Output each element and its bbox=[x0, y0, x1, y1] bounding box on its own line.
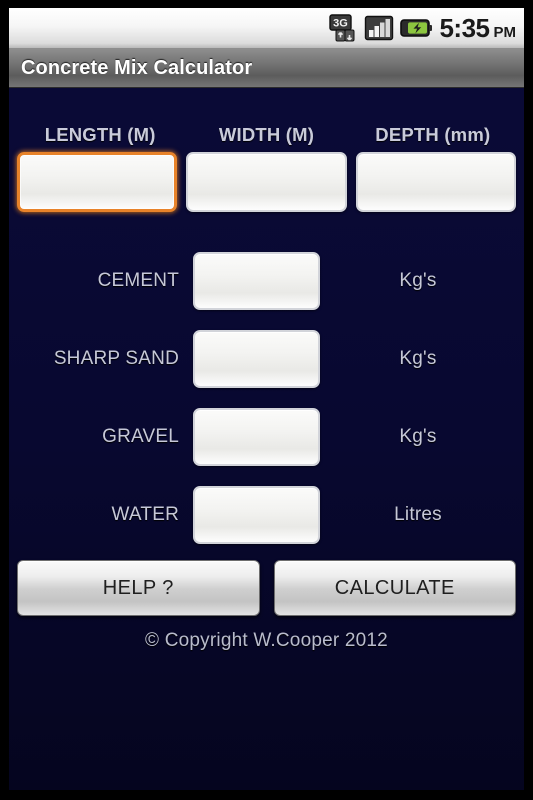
length-input[interactable] bbox=[17, 152, 178, 212]
result-row-sharp-sand: SHARP SAND Kg's bbox=[17, 326, 516, 392]
label-width: WIDTH (M) bbox=[218, 124, 315, 145]
label-depth: DEPTH (mm) bbox=[375, 124, 491, 145]
signal-bars-icon bbox=[365, 15, 394, 41]
copyright-text: © Copyright W.Cooper 2012 bbox=[145, 630, 388, 651]
result-input-sharp-sand[interactable] bbox=[193, 330, 320, 388]
calculate-button[interactable]: CALCULATE bbox=[273, 560, 516, 616]
page-title: Concrete Mix Calculator bbox=[21, 56, 253, 79]
result-input-cement[interactable] bbox=[193, 252, 320, 310]
3g-data-icon: 3G bbox=[329, 14, 355, 42]
button-row: HELP ? CALCULATE bbox=[17, 560, 516, 616]
results-section: CEMENT Kg's SHARP SAND Kg's GRAVEL Kg's … bbox=[17, 248, 516, 548]
result-input-gravel[interactable] bbox=[193, 408, 320, 466]
depth-input[interactable] bbox=[355, 152, 516, 212]
width-field-wrap bbox=[186, 152, 347, 212]
status-bar-icons: 3G bbox=[329, 14, 433, 42]
width-input[interactable] bbox=[186, 152, 347, 212]
depth-field-wrap bbox=[355, 152, 516, 212]
battery-charging-icon bbox=[400, 19, 433, 37]
result-label-gravel: GRAVEL bbox=[102, 426, 179, 447]
result-label-cement: CEMENT bbox=[97, 270, 179, 291]
clock-time: 5:35 bbox=[439, 13, 490, 43]
device-frame: 3G 5:35 PM Concrete Mix Calculator LENGT… bbox=[0, 0, 533, 800]
result-unit-gravel: Kg's bbox=[399, 426, 437, 447]
phone-screen: 3G 5:35 PM Concrete Mix Calculator LENGT… bbox=[9, 8, 524, 790]
dimension-inputs-row bbox=[17, 152, 516, 212]
result-label-water: WATER bbox=[111, 504, 179, 525]
clock-meridiem: PM bbox=[493, 24, 517, 41]
main-content: LENGTH (M) WIDTH (M) DEPTH (mm) CEMENT K… bbox=[9, 124, 524, 652]
result-input-water[interactable] bbox=[193, 486, 320, 544]
svg-text:3G: 3G bbox=[334, 18, 349, 30]
result-row-cement: CEMENT Kg's bbox=[17, 248, 516, 314]
result-row-water: WATER Litres bbox=[17, 482, 516, 548]
status-bar: 3G 5:35 PM bbox=[9, 8, 524, 49]
dimension-labels-row: LENGTH (M) WIDTH (M) DEPTH (mm) bbox=[17, 124, 516, 146]
length-field-wrap bbox=[17, 152, 178, 212]
result-unit-cement: Kg's bbox=[399, 270, 437, 291]
result-unit-water: Litres bbox=[394, 504, 442, 525]
result-unit-sharp-sand: Kg's bbox=[399, 348, 437, 369]
app-title-bar: Concrete Mix Calculator bbox=[9, 49, 524, 88]
result-label-sharp-sand: SHARP SAND bbox=[53, 348, 179, 369]
label-length: LENGTH (M) bbox=[44, 124, 156, 145]
status-bar-clock: 5:35 PM bbox=[439, 15, 516, 41]
result-row-gravel: GRAVEL Kg's bbox=[17, 404, 516, 470]
help-button[interactable]: HELP ? bbox=[17, 560, 260, 616]
